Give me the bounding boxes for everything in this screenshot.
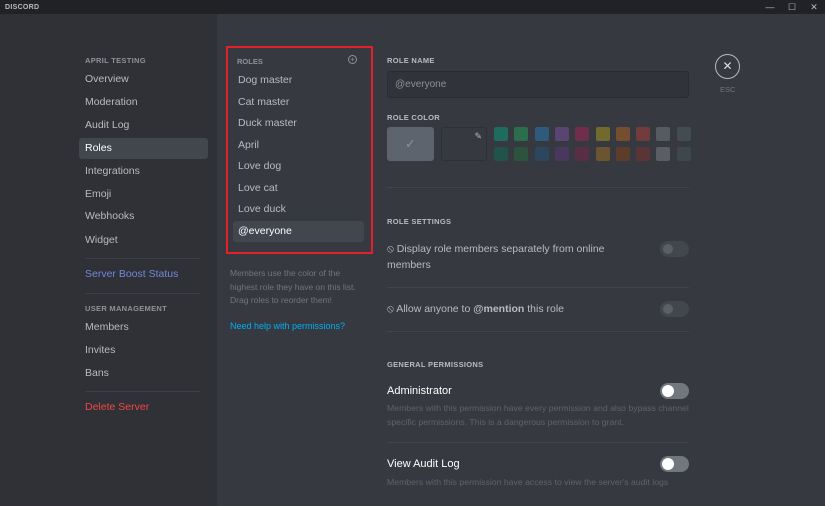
sidebar-item-webhooks[interactable]: Webhooks	[79, 206, 208, 227]
color-swatch[interactable]	[595, 127, 610, 141]
settings-sidebar: APRIL TESTING Overview Moderation Audit …	[0, 14, 217, 506]
esc-label: ESC	[720, 85, 736, 94]
color-swatch[interactable]	[554, 147, 569, 161]
close-icon: ✕	[722, 59, 733, 73]
role-item[interactable]: Love dog	[233, 156, 364, 177]
role-item[interactable]: Love duck	[233, 199, 364, 220]
permissions-help-link[interactable]: Need help with permissions?	[230, 321, 345, 331]
mention-toggle[interactable]	[660, 301, 689, 317]
sidebar-item-overview[interactable]: Overview	[79, 69, 208, 90]
color-swatch[interactable]	[575, 147, 590, 161]
close-settings-button[interactable]: ✕	[715, 54, 740, 79]
perm-administrator-title: Administrator	[387, 385, 452, 397]
audit-log-toggle[interactable]	[660, 456, 689, 472]
role-item[interactable]: April	[233, 135, 364, 156]
sidebar-item-members[interactable]: Members	[79, 317, 208, 338]
color-swatch[interactable]	[615, 127, 630, 141]
color-swatch[interactable]	[676, 127, 691, 141]
general-permissions-label: GENERAL PERMISSIONS	[387, 360, 484, 369]
display-separately-setting: ⃠⦸ Display role members separately from …	[387, 243, 605, 271]
administrator-toggle[interactable]	[660, 383, 689, 399]
role-color-label: ROLE COLOR	[387, 113, 440, 122]
color-swatch[interactable]	[494, 127, 508, 141]
server-name-header: APRIL TESTING	[85, 56, 146, 65]
sidebar-item-integrations[interactable]: Integrations	[79, 161, 208, 182]
user-management-header: USER MANAGEMENT	[85, 304, 168, 313]
eyedropper-icon: ✎	[474, 131, 482, 141]
sidebar-item-emoji[interactable]: Emoji	[79, 184, 208, 205]
sidebar-item-invites[interactable]: Invites	[79, 340, 208, 361]
color-swatch[interactable]	[615, 147, 630, 161]
color-swatch[interactable]	[554, 127, 569, 141]
minimize-button[interactable]: —	[759, 2, 781, 13]
color-swatch[interactable]	[676, 147, 691, 161]
perm-administrator-desc: Members with this permission have every …	[387, 403, 689, 427]
roles-header: ROLES	[237, 57, 263, 66]
sidebar-item-bans[interactable]: Bans	[79, 363, 208, 384]
color-swatch[interactable]	[636, 147, 651, 161]
color-swatch[interactable]	[514, 127, 529, 141]
default-color-swatch[interactable]: ✓	[387, 127, 434, 161]
divider	[85, 258, 200, 259]
add-role-icon[interactable]: +	[348, 55, 357, 64]
divider	[85, 293, 200, 294]
discord-logo: DISCORD	[5, 3, 40, 11]
divider	[387, 287, 689, 288]
display-separately-toggle[interactable]	[660, 241, 689, 257]
role-name-input[interactable]	[387, 71, 689, 98]
sidebar-item-roles[interactable]: Roles	[79, 138, 208, 159]
sidebar-item-widget[interactable]: Widget	[79, 230, 208, 251]
close-window-button[interactable]: ✕	[803, 2, 825, 13]
role-item-everyone[interactable]: @everyone	[233, 221, 364, 242]
divider	[387, 187, 689, 188]
color-swatch[interactable]	[494, 147, 508, 161]
color-swatch[interactable]	[534, 127, 549, 141]
sidebar-item-audit-log[interactable]: Audit Log	[79, 115, 208, 136]
role-name-label: ROLE NAME	[387, 56, 435, 65]
custom-color-swatch[interactable]: ✎	[441, 127, 487, 161]
role-item[interactable]: Cat master	[233, 92, 364, 113]
check-icon: ✓	[405, 136, 416, 151]
color-swatch[interactable]	[656, 147, 671, 161]
divider	[387, 331, 689, 332]
perm-audit-log-desc: Members with this permission have access…	[387, 477, 669, 487]
roles-list: ROLES + Dog master Cat master Duck maste…	[226, 46, 373, 254]
role-item[interactable]: Love cat	[233, 178, 364, 199]
divider	[85, 391, 200, 392]
role-item[interactable]: Duck master	[233, 113, 364, 134]
color-swatch[interactable]	[656, 127, 671, 141]
roles-hint: Members use the color of the highest rol…	[230, 268, 356, 305]
sidebar-item-moderation[interactable]: Moderation	[79, 92, 208, 113]
divider	[387, 442, 689, 443]
color-swatch[interactable]	[514, 147, 529, 161]
color-swatch[interactable]	[575, 127, 590, 141]
role-item[interactable]: Dog master	[233, 70, 364, 91]
role-settings-label: ROLE SETTINGS	[387, 217, 452, 226]
color-swatch[interactable]	[595, 147, 610, 161]
color-swatch[interactable]	[636, 127, 651, 141]
title-bar: DISCORD — ☐ ✕	[0, 0, 825, 14]
maximize-button[interactable]: ☐	[781, 2, 803, 13]
sidebar-item-server-boost[interactable]: Server Boost Status	[79, 264, 208, 285]
perm-audit-log-title: View Audit Log	[387, 458, 460, 470]
color-swatch[interactable]	[534, 147, 549, 161]
delete-server-button[interactable]: Delete Server	[79, 397, 208, 418]
mention-setting: ⦸ Allow anyone to @mention this role	[387, 303, 565, 315]
